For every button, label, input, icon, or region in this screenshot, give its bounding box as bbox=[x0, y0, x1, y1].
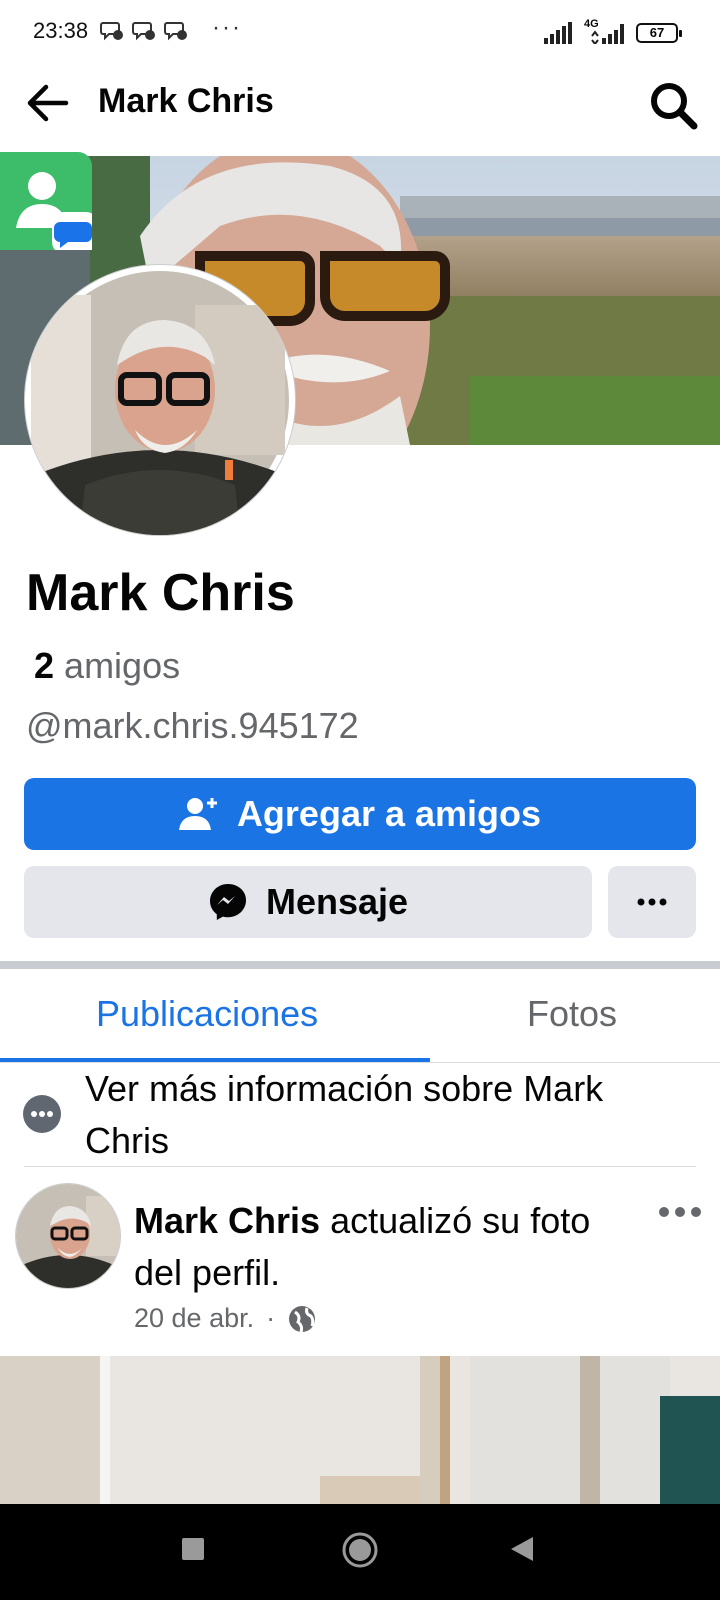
add-friend-button[interactable]: Agregar a amigos bbox=[24, 778, 696, 850]
post-meta: 20 de abr. · bbox=[134, 1303, 317, 1334]
signal-icon bbox=[544, 22, 572, 44]
friends-count[interactable]: 2 amigos bbox=[34, 645, 180, 687]
chat-notification-icon bbox=[164, 22, 187, 41]
notification-icons bbox=[100, 20, 188, 42]
info-divider bbox=[24, 1166, 696, 1167]
post-photo[interactable] bbox=[0, 1356, 720, 1504]
status-more-dots: ··· bbox=[212, 14, 242, 41]
friends-number: 2 bbox=[34, 645, 55, 686]
battery-indicator: 67 bbox=[636, 23, 682, 43]
nav-home-icon[interactable] bbox=[341, 1531, 379, 1569]
more-icon bbox=[637, 898, 667, 906]
profile-avatar[interactable] bbox=[25, 265, 295, 535]
post-text: Mark Chris actualizó su foto del perfil. bbox=[134, 1195, 634, 1299]
globe-icon bbox=[289, 1305, 316, 1332]
header-title: Mark Chris bbox=[98, 82, 274, 120]
post-date[interactable]: 20 de abr. bbox=[134, 1303, 254, 1334]
post-author-avatar[interactable] bbox=[16, 1184, 120, 1288]
status-time: 23:38 bbox=[33, 18, 89, 43]
contact-icon bbox=[16, 172, 98, 254]
info-icon bbox=[23, 1095, 61, 1133]
nav-back-icon[interactable] bbox=[509, 1535, 535, 1563]
tab-publicaciones[interactable]: Publicaciones bbox=[96, 993, 318, 1035]
post-more-icon[interactable] bbox=[658, 1200, 702, 1224]
more-info-link[interactable]: Ver más información sobre Mark Chris bbox=[85, 1063, 685, 1167]
post-photo-image bbox=[0, 1356, 720, 1504]
chat-notification-icon bbox=[132, 22, 155, 41]
tab-fotos[interactable]: Fotos bbox=[527, 993, 617, 1035]
message-button[interactable]: Mensaje bbox=[24, 866, 592, 938]
system-navigation-bar bbox=[0, 1504, 720, 1600]
profile-name: Mark Chris bbox=[26, 564, 295, 622]
add-friend-icon bbox=[178, 798, 217, 830]
chat-notification-icon bbox=[100, 22, 123, 41]
messenger-icon bbox=[209, 884, 246, 920]
profile-username: @mark.chris.945172 bbox=[26, 705, 359, 746]
avatar-image bbox=[31, 271, 289, 535]
signal-4g-icon bbox=[591, 24, 624, 44]
more-options-button[interactable] bbox=[608, 866, 696, 938]
back-arrow-icon[interactable] bbox=[22, 80, 72, 126]
message-label: Mensaje bbox=[265, 881, 409, 922]
friends-label: amigos bbox=[64, 645, 181, 686]
add-friend-label: Agregar a amigos bbox=[236, 793, 542, 834]
meta-separator: · bbox=[266, 1303, 276, 1333]
section-divider bbox=[0, 961, 720, 969]
post-author[interactable]: Mark Chris bbox=[134, 1200, 320, 1241]
contacts-app-badge[interactable] bbox=[0, 152, 98, 254]
post-avatar-image bbox=[16, 1184, 120, 1288]
search-icon[interactable] bbox=[646, 78, 702, 132]
nav-square-icon[interactable] bbox=[180, 1536, 206, 1562]
